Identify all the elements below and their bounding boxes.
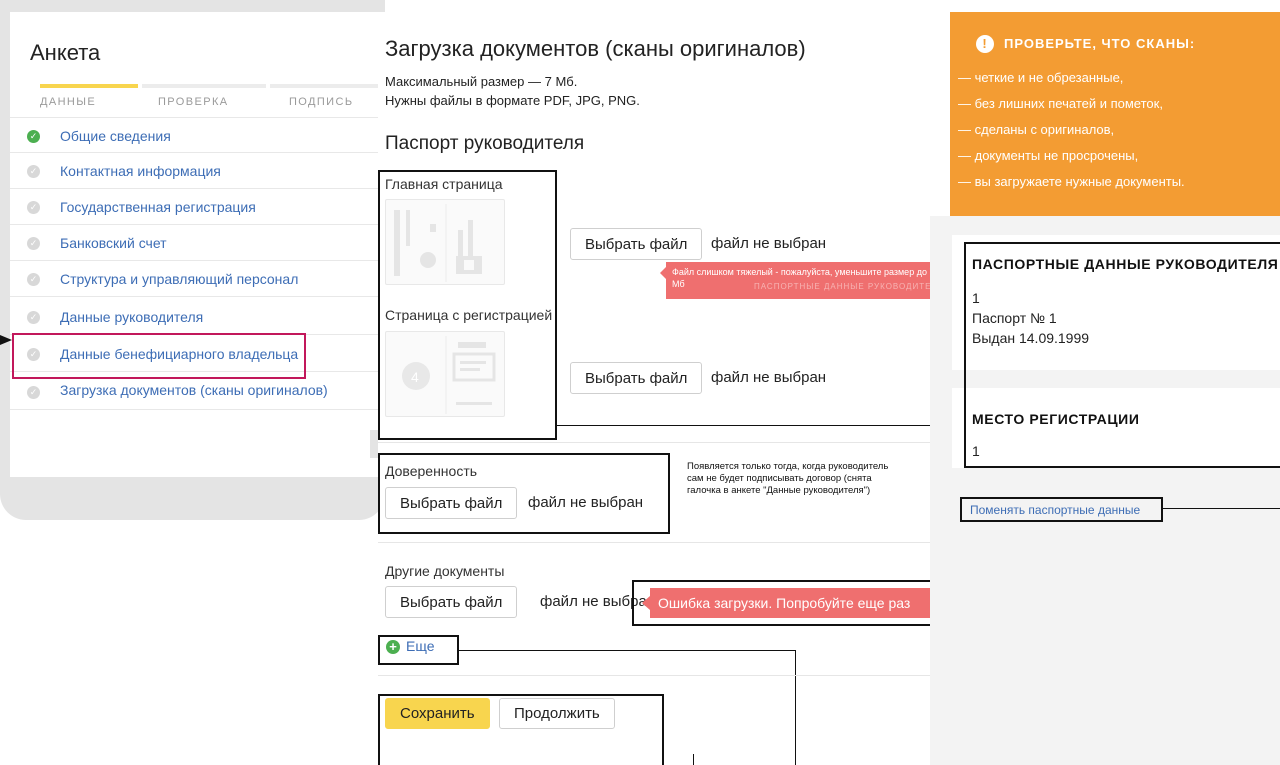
questionnaire-title: Анкета: [30, 40, 101, 65]
passport-data-line: Паспорт № 1: [972, 310, 1057, 326]
tab-sign[interactable]: ПОДПИСЬ: [289, 96, 353, 108]
power-of-attorney-note: Появляется только тогда, когда руководит…: [687, 461, 889, 496]
tooltip-arrow-icon: [660, 267, 666, 279]
check-icon: ✓: [27, 273, 40, 286]
no-file-text: файл не выбран: [711, 369, 827, 386]
formats-text: Нужны файлы в формате PDF, JPG, PNG.: [385, 93, 640, 108]
passport-data-title: ПАСПОРТНЫЕ ДАННЫЕ РУКОВОДИТЕЛЯ: [972, 256, 1279, 272]
passport-heading: Паспорт руководителя: [385, 133, 585, 154]
registration-title: МЕСТО РЕГИСТРАЦИИ: [972, 411, 1140, 427]
check-icon: ✓: [27, 201, 40, 214]
connector-line: [693, 754, 694, 765]
section-divider: [378, 542, 930, 543]
main-page-preview[interactable]: [385, 199, 505, 285]
sidebar-item-label: Данные руководителя: [60, 309, 204, 325]
check-icon: ✓: [27, 386, 40, 399]
sidebar-item-contacts[interactable]: ✓ Контактная информация: [10, 153, 385, 189]
choose-file-button-registration-page[interactable]: Выбрать файл: [570, 362, 703, 394]
sidebar-item-label: Банковский счет: [60, 235, 167, 251]
size-error-overlap-text: ПАСПОРТНЫЕ ДАННЫЕ РУКОВОДИТЕЛЯ: [754, 282, 944, 291]
check-icon: ✓: [27, 311, 40, 324]
change-passport-link[interactable]: Поменять паспортные данные: [970, 503, 1140, 517]
sidebar-item-label: Общие сведения: [60, 128, 171, 144]
upload-error-tooltip: Ошибка загрузки. Попробуйте еще раз: [642, 588, 942, 618]
sidebar-item-bank[interactable]: ✓ Банковский счет: [10, 225, 385, 261]
connector-line: [795, 650, 796, 765]
passport-data-line: Выдан 14.09.1999: [972, 330, 1090, 346]
exclamation-icon: !: [976, 35, 994, 53]
tab-underline: [270, 84, 385, 88]
sidebar-item-registration[interactable]: ✓ Государственная регистрация: [10, 189, 385, 225]
tab-underline-active: [40, 84, 138, 88]
sidebar-item-documents[interactable]: ✓ Загрузка документов (сканы оригиналов): [10, 374, 385, 410]
connector-line: [1163, 508, 1280, 509]
size-error-tooltip: Файл слишком тяжелый - пожалуйста, умень…: [660, 262, 945, 299]
registration-page-preview[interactable]: 4: [385, 331, 505, 417]
requirement-item: — сделаны с оригиналов,: [958, 122, 1115, 137]
sidebar-item-label: Государственная регистрация: [60, 199, 256, 215]
sidebar-item-label: Контактная информация: [60, 163, 221, 179]
requirement-item: — без лишних печатей и пометок,: [958, 96, 1163, 111]
section-divider: [378, 442, 930, 443]
scan-requirements-panel: ! ПРОВЕРЬТЕ, ЧТО СКАНЫ: — четкие и не об…: [950, 12, 1280, 216]
check-icon: ✓: [27, 130, 40, 143]
power-of-attorney-label: Доверенность: [385, 463, 478, 479]
tab-check[interactable]: ПРОВЕРКА: [158, 96, 229, 108]
no-file-text: файл не выбран: [711, 235, 827, 252]
check-icon: ✓: [27, 165, 40, 178]
connector-line: [557, 425, 955, 426]
requirement-item: — четкие и не обрезанные,: [958, 70, 1124, 85]
save-button[interactable]: Сохранить: [385, 698, 490, 729]
more-link[interactable]: Еще: [406, 638, 435, 654]
sidebar-item-label: Загрузка документов (сканы оригиналов): [60, 382, 328, 398]
tab-underline: [142, 84, 266, 88]
connector-line: [459, 650, 796, 651]
main-page-label: Главная страница: [385, 176, 503, 192]
tab-data[interactable]: ДАННЫЕ: [40, 96, 96, 108]
no-file-text: файл не выбран: [528, 494, 644, 511]
choose-file-button-other-docs[interactable]: Выбрать файл: [385, 586, 518, 618]
beneficiary-highlight: [12, 333, 306, 379]
passport-data-line: 1: [972, 290, 980, 306]
sidebar-item-general[interactable]: ✓ Общие сведения: [10, 117, 385, 153]
section-divider: [378, 675, 930, 676]
check-icon: ✓: [27, 237, 40, 250]
tooltip-arrow-icon: [642, 596, 650, 610]
plus-icon[interactable]: +: [386, 640, 400, 654]
max-size-text: Максимальный размер — 7 Мб.: [385, 74, 578, 89]
scan-requirements-title: ! ПРОВЕРЬТЕ, ЧТО СКАНЫ:: [976, 35, 1195, 53]
svg-text:4: 4: [411, 369, 419, 385]
passport-data-annotation: [964, 242, 1280, 468]
requirement-item: — вы загружаете нужные документы.: [958, 174, 1185, 189]
sidebar-item-label: Структура и управляющий персонал: [60, 271, 299, 287]
registration-page-label: Страница с регистрацией: [385, 307, 553, 323]
document-placeholder-icon: [394, 204, 482, 282]
registration-value: 1: [972, 443, 980, 459]
sidebar-item-structure[interactable]: ✓ Структура и управляющий персонал: [10, 261, 385, 297]
sidebar-item-director[interactable]: ✓ Данные руководителя: [10, 299, 385, 335]
arrow-right-icon: [0, 335, 14, 345]
choose-file-button-power-of-attorney[interactable]: Выбрать файл: [385, 487, 518, 519]
upload-error-text: Ошибка загрузки. Попробуйте еще раз: [658, 595, 911, 611]
requirement-item: — документы не просрочены,: [958, 148, 1139, 163]
page-title: Загрузка документов (сканы оригиналов): [385, 36, 806, 61]
no-file-text: файл не выбра: [540, 593, 647, 610]
continue-button[interactable]: Продолжить: [499, 698, 615, 729]
choose-file-button-main-page[interactable]: Выбрать файл: [570, 228, 703, 260]
document-placeholder-icon: 4: [402, 336, 496, 414]
other-docs-label: Другие документы: [385, 563, 505, 579]
